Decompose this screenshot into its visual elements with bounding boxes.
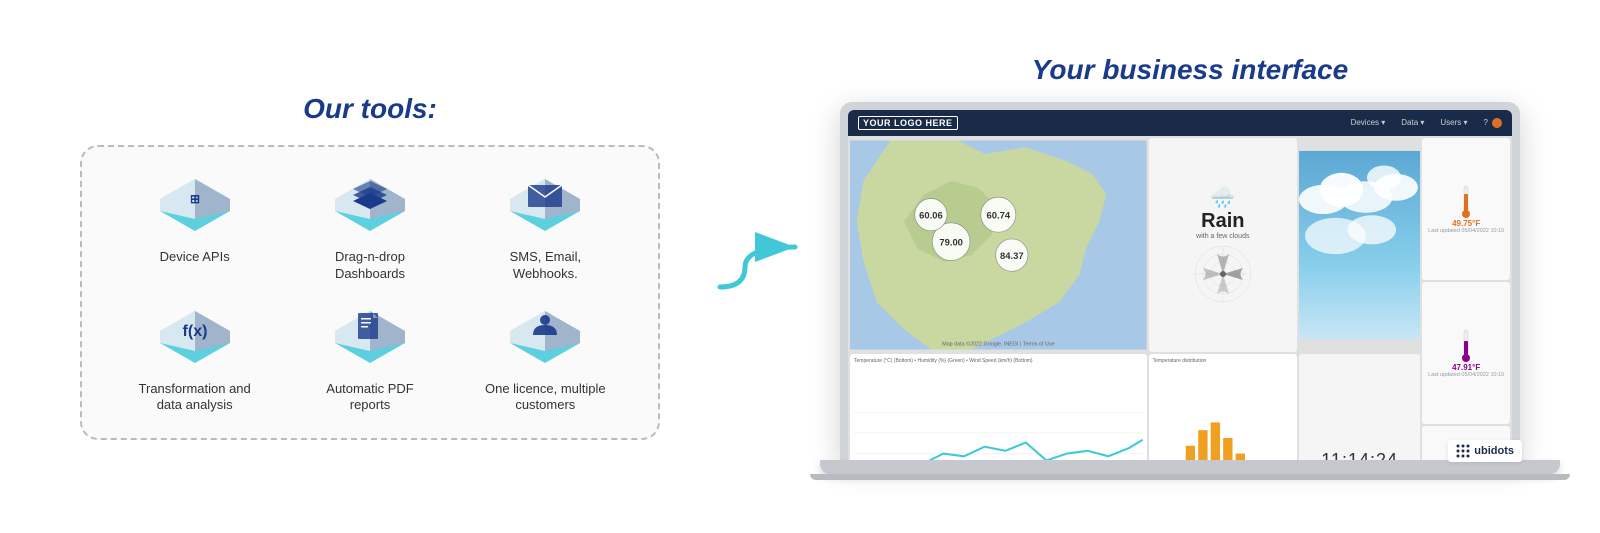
dashboard: YOUR LOGO HERE Devices ▾ Data ▾ Users ▾ …	[848, 110, 1512, 460]
wind-rose	[1193, 244, 1253, 304]
nav-data[interactable]: Data ▾	[1401, 118, 1424, 127]
sky-widget	[1299, 138, 1420, 352]
map-widget: 79.00 60.74 60.06 84.37 Map data ©2022 G…	[850, 138, 1147, 352]
time-display: 11:14:24	[1321, 450, 1398, 460]
arrow-icon	[715, 227, 805, 307]
temp-1-value: 49.75°F	[1452, 219, 1480, 228]
nav-users[interactable]: Users ▾	[1440, 118, 1467, 127]
tool-sms-email: SMS, Email,Webhooks.	[463, 171, 628, 283]
nav-devices[interactable]: Devices ▾	[1351, 118, 1386, 127]
right-panel: Your business interface YOUR LOGO HERE D…	[830, 54, 1550, 480]
line-chart-widget: Temperature (°C) (Bottom) • Humidity (%)…	[850, 354, 1147, 460]
svg-text:79.00: 79.00	[939, 236, 963, 247]
logo-placeholder: YOUR LOGO HERE	[858, 116, 958, 130]
ubidots-logo-icon	[1456, 444, 1470, 458]
ubidots-branding: ubidots	[1448, 440, 1522, 462]
licence-label: One licence, multiplecustomers	[485, 381, 606, 415]
weather-icon: 🌧️	[1210, 185, 1235, 210]
tool-pdf: Automatic PDFreports	[287, 303, 452, 415]
our-tools-title: Our tools:	[303, 93, 437, 125]
user-avatar[interactable]	[1492, 118, 1502, 128]
temp-2-sub: Last updated 05/04/2022 10:10	[1428, 372, 1504, 378]
thermo-1: 49.75°F Last updated 05/04/2022 10:10	[1422, 138, 1510, 280]
laptop-screen: YOUR LOGO HERE Devices ▾ Data ▾ Users ▾ …	[848, 110, 1512, 460]
sms-email-label: SMS, Email,Webhooks.	[510, 249, 582, 283]
tool-device-apis: ⊞ Device APIs	[112, 171, 277, 283]
tool-licence: One licence, multiplecustomers	[463, 303, 628, 415]
bar-chart-widget: Temperature distribution	[1149, 354, 1297, 460]
tool-transformation: f(x) Transformation anddata analysis	[112, 303, 277, 415]
time-widget: 11:14:24	[1299, 354, 1420, 460]
svg-text:60.74: 60.74	[987, 209, 1011, 220]
laptop-stand	[810, 474, 1570, 480]
svg-text:f(x): f(x)	[182, 323, 207, 340]
thermo-2: 47.91°F Last updated 05/04/2022 10:10	[1422, 282, 1510, 424]
arrow-container	[710, 227, 810, 307]
dashboard-navbar: YOUR LOGO HERE Devices ▾ Data ▾ Users ▾ …	[848, 110, 1512, 136]
svg-text:⊞: ⊞	[190, 192, 200, 206]
svg-text:84.37: 84.37	[1000, 250, 1024, 261]
temp-2-value: 47.91°F	[1452, 363, 1480, 372]
line-chart-title: Temperature (°C) (Bottom) • Humidity (%)…	[854, 358, 1143, 364]
function-icon: f(x)	[150, 303, 240, 373]
weather-main: Rain	[1201, 210, 1244, 233]
laptop-base	[820, 460, 1560, 474]
nav-icons: ?	[1484, 118, 1502, 128]
thermometer-column: 49.75°F Last updated 05/04/2022 10:10	[1422, 138, 1510, 460]
laptop-mockup: YOUR LOGO HERE Devices ▾ Data ▾ Users ▾ …	[840, 102, 1520, 460]
dashboards-label: Drag-n-dropDashboards	[335, 249, 405, 283]
transformation-label: Transformation anddata analysis	[139, 381, 251, 415]
chip-icon: ⊞	[150, 171, 240, 241]
envelope-icon	[500, 171, 590, 241]
weather-widget: 🌧️ Rain with a few clouds	[1149, 138, 1297, 352]
pdf-label: Automatic PDFreports	[326, 381, 413, 415]
svg-text:Map data ©2022 Google, INEGI |: Map data ©2022 Google, INEGI | Terms of …	[942, 340, 1054, 347]
left-panel: Our tools: ⊞ Device APIs	[50, 93, 690, 441]
ubidots-text: ubidots	[1474, 445, 1514, 457]
weather-sub: with a few clouds	[1196, 233, 1249, 240]
main-container: Our tools: ⊞ Device APIs	[0, 0, 1600, 533]
svg-text:60.06: 60.06	[919, 209, 943, 220]
tool-dashboards: Drag-n-dropDashboards	[287, 171, 452, 283]
document-icon	[325, 303, 415, 373]
layers-icon	[325, 171, 415, 241]
temp-1-sub: Last updated 05/04/2022 10:10	[1428, 228, 1504, 234]
business-interface-title: Your business interface	[1032, 54, 1348, 86]
tools-box: ⊞ Device APIs	[80, 145, 660, 441]
users-icon	[500, 303, 590, 373]
device-apis-label: Device APIs	[160, 249, 230, 266]
bar-chart-title: Temperature distribution	[1153, 358, 1293, 364]
